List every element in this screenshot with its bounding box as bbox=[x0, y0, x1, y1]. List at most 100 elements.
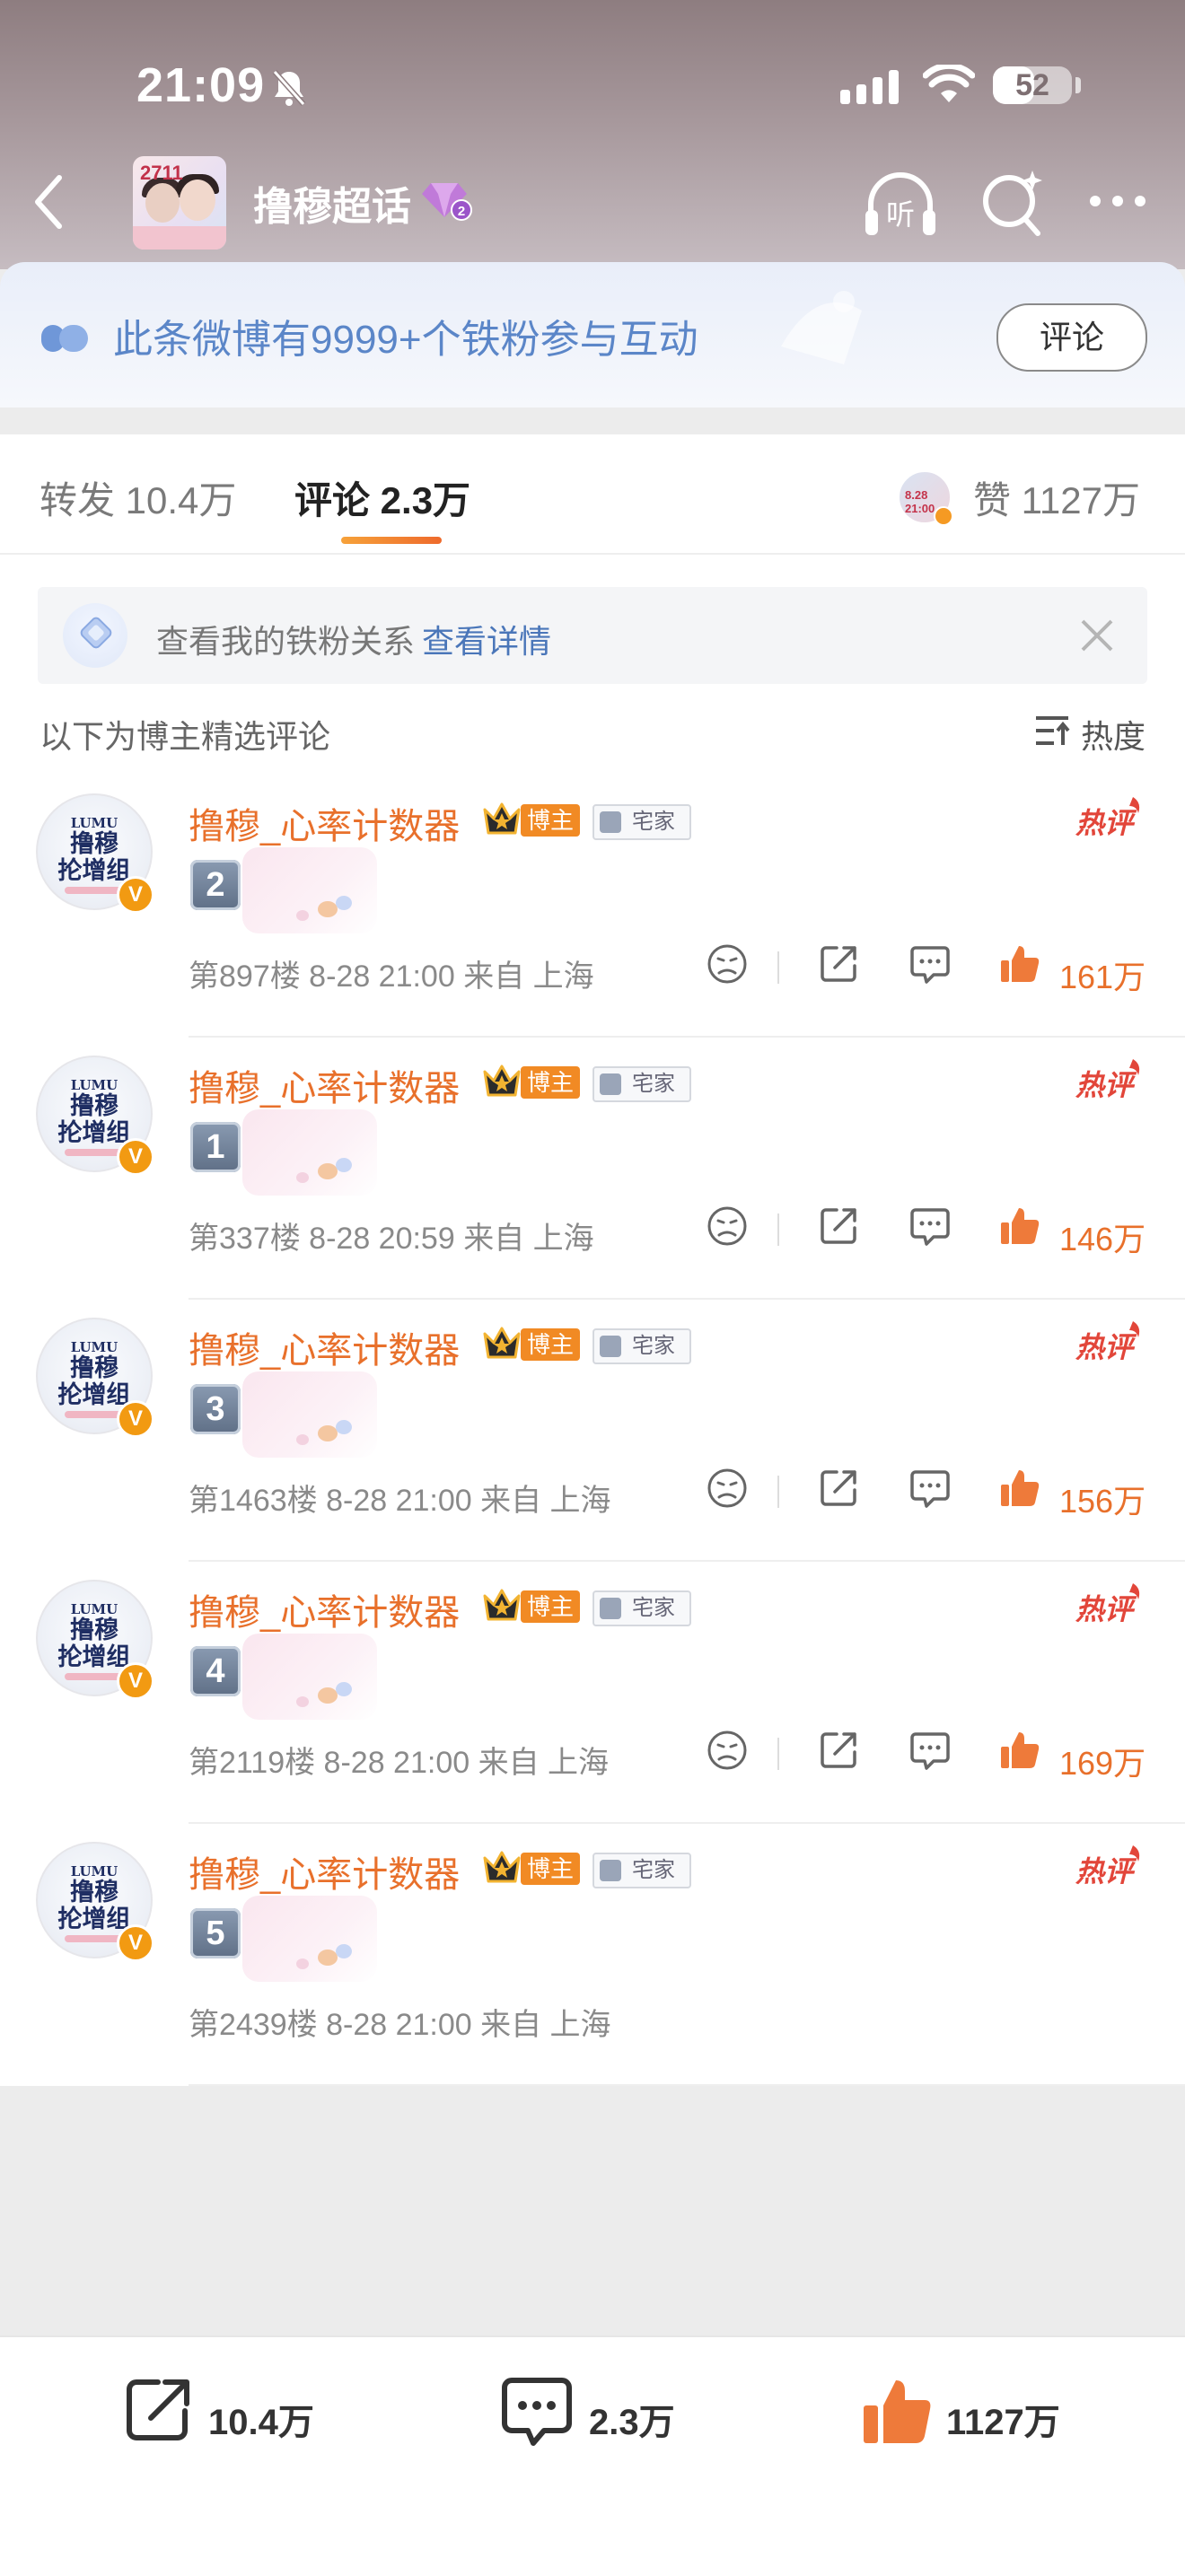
reply-icon[interactable] bbox=[908, 1467, 952, 1510]
fans-icon bbox=[41, 325, 88, 352]
bottom-repost-count: 10.4万 bbox=[208, 2403, 314, 2442]
sort-by-heat[interactable]: 热度 bbox=[1081, 711, 1146, 758]
home-badge: 宅家 bbox=[592, 1853, 691, 1888]
comment-item[interactable]: LUMU 撸穆 抡增组 V 撸穆_心率计数器 博主 宅家 热评 2 第897楼 8… bbox=[0, 775, 1185, 1038]
ironfan-card[interactable]: 查看我的铁粉关系 查看详情 bbox=[38, 587, 1147, 684]
bottom-repost-button[interactable]: 10.4万 bbox=[122, 2373, 338, 2454]
repost-icon bbox=[127, 2379, 189, 2440]
bottom-like-count: 1127万 bbox=[946, 2403, 1060, 2442]
comment-username[interactable]: 撸穆_心率计数器 bbox=[189, 1845, 460, 1897]
comment-icon bbox=[502, 2378, 572, 2446]
battery-level: 52 bbox=[1015, 68, 1049, 102]
host-badge: 博主 bbox=[521, 804, 580, 837]
like-icon[interactable] bbox=[998, 1467, 1041, 1510]
status-time: 21:09 bbox=[136, 58, 266, 112]
sticker-image bbox=[242, 1109, 377, 1196]
avatar-line1: 撸穆 bbox=[70, 1354, 118, 1382]
divider bbox=[0, 553, 1185, 555]
share-icon[interactable] bbox=[817, 942, 860, 986]
comment-like-count: 161万 bbox=[1059, 959, 1146, 995]
bottom-comment-button[interactable]: 2.3万 bbox=[499, 2373, 715, 2454]
host-badge: 博主 bbox=[521, 1066, 580, 1099]
more-icon[interactable] bbox=[1086, 192, 1149, 210]
sort-icon[interactable] bbox=[1034, 713, 1074, 749]
signal-icon bbox=[840, 70, 899, 104]
comment-item[interactable]: LUMU 撸穆 抡增组 V 撸穆_心率计数器 博主 宅家 热评 5 第2439楼 … bbox=[0, 1824, 1185, 2086]
tab-comment[interactable]: 评论 2.3万 bbox=[294, 470, 470, 525]
comment-username[interactable]: 撸穆_心率计数器 bbox=[189, 1583, 460, 1635]
rank-badge: 1 bbox=[190, 1122, 241, 1172]
verified-badge: V bbox=[117, 1662, 154, 1700]
comment-meta: 第897楼 8-28 21:00 来自 上海 bbox=[189, 959, 594, 994]
home-badge: 宅家 bbox=[592, 804, 691, 840]
like-icon[interactable] bbox=[998, 942, 1041, 986]
host-badge: 博主 bbox=[521, 1853, 580, 1885]
sticker-image bbox=[242, 847, 377, 933]
group-title[interactable]: 撸穆超话 bbox=[253, 174, 411, 232]
share-icon[interactable] bbox=[817, 1467, 860, 1510]
host-badge: 博主 bbox=[521, 1590, 580, 1623]
crown-icon bbox=[483, 1851, 521, 1883]
bottom-action-bar: 10.4万 2.3万 1127万 bbox=[0, 2335, 1185, 2576]
group-avatar[interactable]: 2711 bbox=[133, 156, 226, 250]
fans-comment-button[interactable]: 评论 bbox=[996, 303, 1147, 372]
comment-item[interactable]: LUMU 撸穆 抡增组 V 撸穆_心率计数器 博主 宅家 热评 3 第1463楼 … bbox=[0, 1300, 1185, 1562]
chaohua-search-icon[interactable] bbox=[979, 169, 1047, 241]
comment-username[interactable]: 撸穆_心率计数器 bbox=[189, 1321, 460, 1373]
comment-username[interactable]: 撸穆_心率计数器 bbox=[189, 797, 460, 849]
reply-icon[interactable] bbox=[908, 1729, 952, 1772]
home-badge: 宅家 bbox=[592, 1328, 691, 1364]
share-icon[interactable] bbox=[817, 1205, 860, 1248]
crown-icon bbox=[483, 802, 521, 835]
svg-text:热评: 热评 bbox=[1075, 1592, 1137, 1626]
dislike-icon[interactable] bbox=[706, 1205, 749, 1248]
ironfan-detail-link[interactable]: 查看详情 bbox=[422, 616, 551, 662]
comment-like-count: 169万 bbox=[1059, 1745, 1146, 1782]
battery-tip bbox=[1075, 77, 1081, 93]
rank-badge: 2 bbox=[190, 860, 241, 910]
svg-text:热评: 热评 bbox=[1075, 1854, 1137, 1888]
comment-meta: 第2119楼 8-28 21:00 来自 上海 bbox=[189, 1746, 610, 1780]
close-icon[interactable] bbox=[1079, 618, 1115, 653]
dislike-icon[interactable] bbox=[706, 1467, 749, 1510]
verified-badge: V bbox=[117, 876, 154, 914]
comment-meta: 第1463楼 8-28 21:00 来自 上海 bbox=[189, 1484, 611, 1518]
listen-icon[interactable]: 听 bbox=[862, 167, 939, 244]
avatar-brand: LUMU bbox=[70, 1601, 118, 1617]
reply-icon[interactable] bbox=[908, 1205, 952, 1248]
hot-comment-icon: 热评 bbox=[1075, 1583, 1140, 1626]
host-badge: 博主 bbox=[521, 1328, 580, 1361]
comment-item[interactable]: LUMU 撸穆 抡增组 V 撸穆_心率计数器 博主 宅家 热评 1 第337楼 8… bbox=[0, 1038, 1185, 1300]
back-icon[interactable] bbox=[27, 171, 72, 233]
gem-level-icon: 2 bbox=[422, 183, 472, 221]
avatar-brand: LUMU bbox=[70, 815, 118, 831]
fans-banner-text: 此条微博有9999+个铁粉参与互动 bbox=[113, 318, 698, 362]
home-badge: 宅家 bbox=[592, 1590, 691, 1626]
avatar-line1: 撸穆 bbox=[70, 1879, 118, 1906]
reply-icon[interactable] bbox=[908, 942, 952, 986]
comment-like-count: 156万 bbox=[1059, 1483, 1146, 1520]
bell-off-icon bbox=[272, 70, 306, 106]
battery-icon: 52 bbox=[993, 66, 1072, 104]
like-icon bbox=[864, 2380, 931, 2443]
avatar-brand: LUMU bbox=[70, 1077, 118, 1093]
share-icon[interactable] bbox=[817, 1729, 860, 1772]
sticker-image bbox=[242, 1896, 377, 1982]
crown-icon bbox=[483, 1327, 521, 1359]
bottom-like-button[interactable]: 1127万 bbox=[860, 2373, 1093, 2454]
like-icon[interactable] bbox=[998, 1729, 1041, 1772]
svg-text:2: 2 bbox=[458, 204, 465, 219]
dislike-icon[interactable] bbox=[706, 942, 749, 986]
status-bar: 21:09 52 bbox=[0, 0, 1185, 171]
comment-item[interactable]: LUMU 撸穆 抡增组 V 撸穆_心率计数器 博主 宅家 热评 4 第2119楼 … bbox=[0, 1562, 1185, 1824]
fans-banner: 此条微博有9999+个铁粉参与互动 评论 bbox=[0, 262, 1185, 407]
tab-like[interactable]: 赞 1127万 bbox=[973, 470, 1140, 525]
tab-active-indicator bbox=[341, 537, 442, 544]
svg-text:热评: 热评 bbox=[1075, 1330, 1137, 1364]
comment-username[interactable]: 撸穆_心率计数器 bbox=[189, 1059, 460, 1111]
like-icon[interactable] bbox=[998, 1205, 1041, 1248]
crown-icon bbox=[483, 1589, 521, 1621]
tab-repost[interactable]: 转发 10.4万 bbox=[40, 470, 236, 525]
verified-badge: V bbox=[117, 1400, 154, 1438]
dislike-icon[interactable] bbox=[706, 1729, 749, 1772]
